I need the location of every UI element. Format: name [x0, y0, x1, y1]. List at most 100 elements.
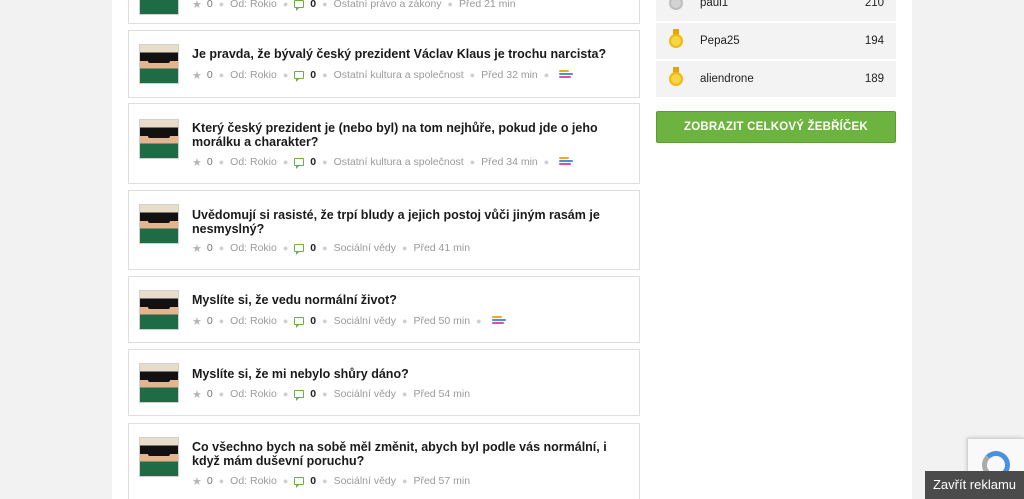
- category-link[interactable]: Sociální vědy: [334, 388, 396, 400]
- separator-dot: ●: [218, 316, 225, 326]
- separator-dot: ●: [447, 0, 453, 9]
- separator-dot: ●: [218, 157, 225, 167]
- separator-dot: ●: [402, 316, 408, 326]
- question-title[interactable]: Je pravda, že bývalý český prezident Vác…: [192, 47, 632, 61]
- question-time: Před 57 min: [413, 475, 471, 487]
- question-item[interactable]: Co všechno bych na sobě měl změnit, abyc…: [128, 423, 640, 499]
- separator-dot: ●: [543, 157, 550, 167]
- question-item[interactable]: Myslíte si, že vedu normální život? ★ 0 …: [128, 276, 640, 343]
- close-ad-button[interactable]: Zavřít reklamu: [925, 471, 1024, 499]
- answer-count: 0: [310, 475, 317, 487]
- category-link[interactable]: Sociální vědy: [334, 475, 396, 487]
- separator-dot: ●: [469, 157, 476, 167]
- star-icon[interactable]: ★: [192, 0, 202, 11]
- question-item[interactable]: Je pravda, že bývalý český prezident Vác…: [128, 30, 640, 98]
- question-item[interactable]: Myslíte si, že mi nebylo shůry dáno? ★ 0…: [128, 349, 640, 416]
- separator-dot: ●: [218, 476, 225, 486]
- question-title[interactable]: Co všechno bych na sobě měl změnit, abyc…: [192, 440, 632, 468]
- avatar[interactable]: [139, 290, 179, 330]
- question-time: Před 54 min: [413, 388, 471, 400]
- answer-count: 0: [310, 315, 317, 327]
- leaderboard-score: 189: [864, 73, 884, 85]
- author-link[interactable]: Od: Rokio: [230, 242, 277, 254]
- question-item[interactable]: Uvědomují si rasisté, že trpí bludy a je…: [128, 190, 640, 270]
- leaderboard-row[interactable]: Pepa25 194: [656, 23, 896, 59]
- question-item[interactable]: Který český prezident je (nebo byl) na t…: [128, 103, 640, 184]
- question-item[interactable]: ★ 0 ● Od: Rokio ● 0 ● Ostatní právo a zá…: [128, 0, 640, 24]
- answers-icon: [294, 317, 305, 328]
- separator-dot: ●: [322, 70, 328, 80]
- separator-dot: ●: [469, 70, 476, 80]
- page-content: ★ 0 ● Od: Rokio ● 0 ● Ostatní právo a zá…: [112, 0, 912, 499]
- question-title[interactable]: Uvědomují si rasisté, že trpí bludy a je…: [192, 208, 632, 236]
- star-count: 0: [206, 156, 213, 168]
- question-time: Před 50 min: [413, 315, 471, 327]
- question-title[interactable]: Myslíte si, že vedu normální život?: [192, 293, 632, 307]
- separator-dot: ●: [322, 316, 328, 326]
- category-link[interactable]: Sociální vědy: [334, 315, 396, 327]
- answers-icon: [294, 0, 305, 11]
- avatar[interactable]: [139, 44, 179, 84]
- question-time: Před 41 min: [413, 242, 471, 254]
- question-meta: ★ 0 ● Od: Rokio ● 0 ● Sociální vědy ● Př…: [192, 474, 476, 488]
- star-icon[interactable]: ★: [192, 242, 202, 255]
- star-icon[interactable]: ★: [192, 315, 202, 328]
- author-link[interactable]: Od: Rokio: [230, 156, 277, 168]
- avatar[interactable]: [139, 0, 179, 15]
- separator-dot: ●: [402, 476, 408, 486]
- difficulty-icon: [559, 70, 574, 80]
- separator-dot: ●: [476, 316, 482, 326]
- answer-count: 0: [310, 69, 317, 81]
- avatar[interactable]: [139, 437, 179, 477]
- question-time: Před 21 min: [458, 0, 516, 10]
- author-link[interactable]: Od: Rokio: [230, 69, 277, 81]
- separator-dot: ●: [322, 0, 328, 9]
- leaderboard-username[interactable]: aliendrone: [700, 73, 754, 85]
- answer-count: 0: [310, 0, 317, 10]
- question-title[interactable]: Který český prezident je (nebo byl) na t…: [192, 121, 632, 149]
- avatar[interactable]: [139, 204, 179, 244]
- separator-dot: ●: [282, 316, 289, 326]
- question-meta: ★ 0 ● Od: Rokio ● 0 ● Sociální vědy ● Př…: [192, 387, 476, 401]
- leaderboard-username[interactable]: paul1: [700, 0, 728, 9]
- leaderboard-score: 210: [864, 0, 884, 9]
- difficulty-icon: [491, 316, 506, 326]
- separator-dot: ●: [543, 70, 550, 80]
- separator-dot: ●: [402, 243, 408, 253]
- star-icon[interactable]: ★: [192, 69, 202, 82]
- avatar[interactable]: [139, 119, 179, 159]
- question-title[interactable]: Myslíte si, že mi nebylo shůry dáno?: [192, 367, 632, 381]
- question-meta: ★ 0 ● Od: Rokio ● 0 ● Sociální vědy ● Př…: [192, 241, 476, 255]
- star-icon[interactable]: ★: [192, 475, 202, 488]
- star-icon[interactable]: ★: [192, 388, 202, 401]
- gold-medal-icon: [669, 29, 683, 49]
- leaderboard-row[interactable]: aliendrone 189: [656, 61, 896, 97]
- author-link[interactable]: Od: Rokio: [230, 315, 277, 327]
- leaderboard-username[interactable]: Pepa25: [700, 35, 740, 47]
- show-full-leaderboard-button[interactable]: ZOBRAZIT CELKOVÝ ŽEBŘÍČEK: [656, 111, 896, 143]
- category-link[interactable]: Ostatní kultura a společnost: [334, 156, 464, 168]
- star-icon[interactable]: ★: [192, 156, 202, 169]
- gold-medal-icon: [669, 67, 683, 87]
- separator-dot: ●: [282, 157, 289, 167]
- separator-dot: ●: [282, 476, 289, 486]
- category-link[interactable]: Ostatní právo a zákony: [334, 0, 442, 10]
- answer-count: 0: [310, 242, 317, 254]
- star-count: 0: [206, 69, 213, 81]
- question-time: Před 32 min: [481, 69, 538, 81]
- star-count: 0: [206, 388, 213, 400]
- separator-dot: ●: [218, 0, 225, 9]
- category-link[interactable]: Ostatní kultura a společnost: [334, 69, 464, 81]
- author-link[interactable]: Od: Rokio: [230, 475, 277, 487]
- avatar[interactable]: [139, 363, 179, 403]
- author-link[interactable]: Od: Rokio: [230, 388, 277, 400]
- answers-icon: [294, 477, 305, 488]
- question-meta: ★ 0 ● Od: Rokio ● 0 ● Ostatní kultura a …: [192, 155, 574, 169]
- author-link[interactable]: Od: Rokio: [230, 0, 277, 10]
- leaderboard-row[interactable]: paul1 210: [656, 0, 896, 21]
- category-link[interactable]: Sociální vědy: [334, 242, 396, 254]
- answers-icon: [294, 244, 305, 255]
- answers-icon: [294, 158, 305, 169]
- separator-dot: ●: [218, 243, 225, 253]
- answer-count: 0: [310, 156, 317, 168]
